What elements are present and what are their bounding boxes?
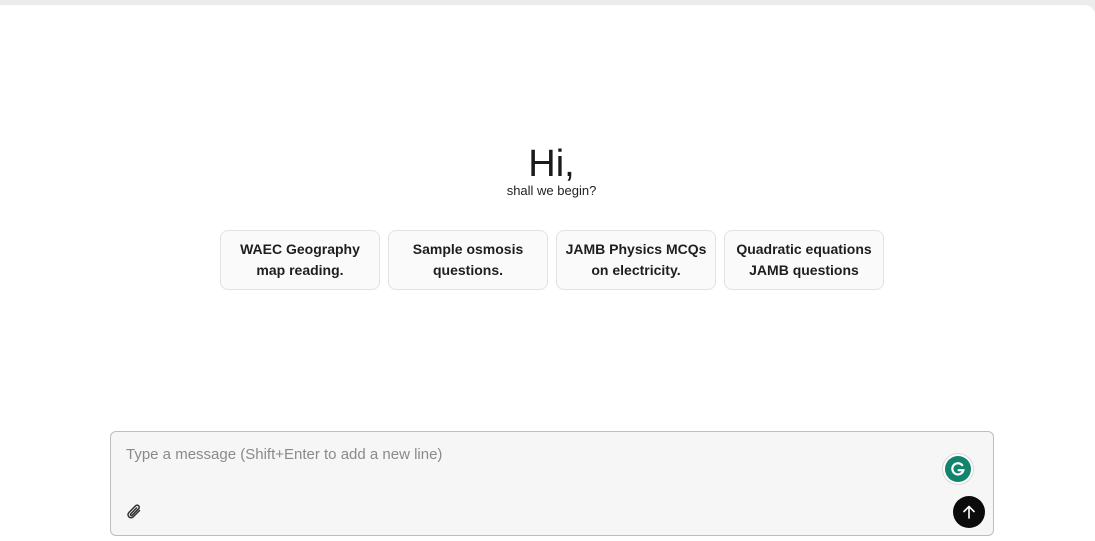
send-button[interactable] (953, 496, 985, 528)
arrow-up-icon (963, 505, 975, 519)
suggestion-chip-line: JAMB Physics MCQs (565, 241, 707, 257)
message-composer (110, 431, 994, 536)
suggestion-chip-line: WAEC Geography (240, 241, 360, 257)
suggestion-chip-line: JAMB questions (749, 262, 859, 278)
suggestion-chip-jamb-physics[interactable]: JAMB Physics MCQs on electricity. (556, 230, 716, 290)
suggestion-chip-osmosis[interactable]: Sample osmosis questions. (388, 230, 548, 290)
app-window: Hi, shall we begin? WAEC Geography map r… (0, 5, 1095, 541)
suggestion-chip-line: questions. (432, 262, 503, 278)
greeting: Hi, shall we begin? (0, 141, 1095, 199)
suggestion-chip-line: Sample osmosis (412, 241, 524, 257)
greeting-title: Hi, (528, 143, 575, 185)
suggestion-chip-line: on electricity. (591, 262, 681, 278)
paperclip-icon[interactable] (125, 502, 145, 522)
grammarly-g-glyph (951, 462, 965, 476)
greeting-subtitle: shall we begin? (506, 183, 597, 198)
suggestion-chip-line: Quadratic equations (736, 241, 872, 257)
suggestion-chip-quadratic[interactable]: Quadratic equations JAMB questions (724, 230, 884, 290)
message-input[interactable] (126, 442, 926, 466)
grammarly-icon[interactable] (945, 456, 971, 482)
suggestion-chips: WAEC Geography map reading. Sample osmos… (220, 230, 884, 290)
suggestion-chip-waec-geography[interactable]: WAEC Geography map reading. (220, 230, 380, 290)
suggestion-chip-line: map reading. (256, 262, 344, 278)
